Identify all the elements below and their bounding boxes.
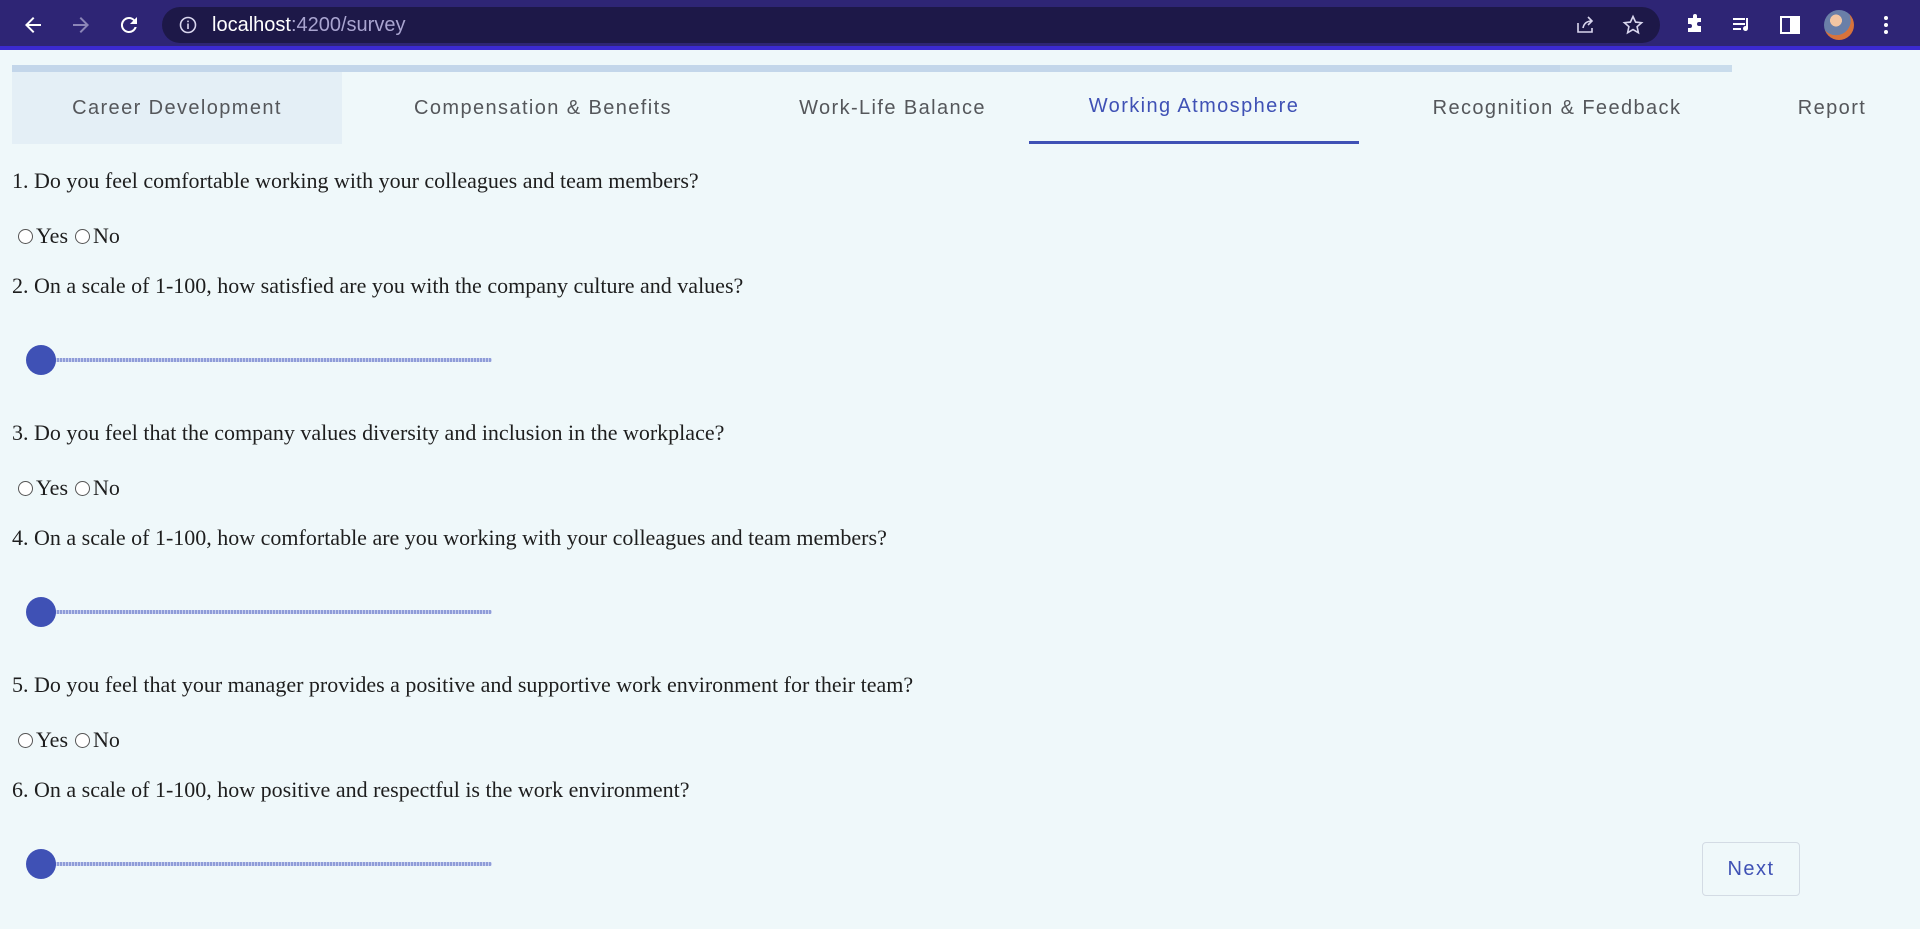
question-3-text: 3. Do you feel that the company values d… — [12, 420, 725, 445]
slider-track[interactable] — [36, 862, 492, 866]
survey-tab-bar: Career Development Compensation & Benefi… — [12, 72, 1920, 144]
question-5-no-radio[interactable] — [75, 732, 91, 748]
tab-work-life-balance[interactable]: Work-Life Balance — [744, 72, 1041, 144]
slider-track[interactable] — [36, 358, 492, 362]
share-icon[interactable] — [1574, 14, 1596, 36]
question-2-text: 2. On a scale of 1-100, how satisfied ar… — [12, 273, 744, 298]
back-button[interactable] — [17, 9, 49, 41]
tab-recognition-feedback[interactable]: Recognition & Feedback — [1359, 72, 1755, 144]
reload-button[interactable] — [113, 9, 145, 41]
url-text: localhost:4200/survey — [212, 15, 405, 35]
reading-list-icon[interactable] — [1729, 12, 1755, 38]
tab-compensation-benefits[interactable]: Compensation & Benefits — [342, 72, 744, 144]
question-3-options: Yes No — [18, 475, 127, 501]
browser-menu-icon[interactable] — [1873, 12, 1899, 38]
question-3-yes-radio[interactable] — [18, 480, 33, 496]
profile-avatar[interactable] — [1824, 10, 1854, 40]
question-6-text: 6. On a scale of 1-100, how positive and… — [12, 777, 690, 802]
reload-icon — [120, 16, 137, 33]
question-3-no-label[interactable]: No — [93, 475, 120, 501]
slider-thumb[interactable] — [26, 345, 56, 375]
survey-progress-bar — [12, 65, 1732, 72]
bookmark-star-icon[interactable] — [1622, 14, 1644, 36]
browser-toolbar: localhost:4200/survey — [0, 0, 1920, 50]
slider-thumb[interactable] — [26, 597, 56, 627]
question-5-text: 5. Do you feel that your manager provide… — [12, 672, 914, 697]
slider-thumb[interactable] — [26, 849, 56, 879]
site-info-icon[interactable] — [178, 15, 198, 35]
question-1-yes-label[interactable]: Yes — [36, 223, 68, 249]
question-5-no-label[interactable]: No — [93, 727, 120, 753]
survey-progress-fill — [12, 65, 1560, 72]
question-1-options: Yes No — [18, 223, 127, 249]
question-2-slider[interactable] — [26, 345, 492, 375]
question-5-yes-label[interactable]: Yes — [36, 727, 68, 753]
tab-report[interactable]: Report — [1755, 72, 1909, 144]
address-bar[interactable]: localhost:4200/survey — [162, 7, 1660, 43]
next-button[interactable]: Next — [1702, 842, 1800, 896]
tab-career-development[interactable]: Career Development — [12, 72, 342, 144]
question-5-yes-radio[interactable] — [18, 732, 33, 748]
back-arrow-icon — [25, 17, 41, 33]
url-path: :4200/survey — [290, 14, 406, 36]
question-1-no-label[interactable]: No — [93, 223, 120, 249]
url-host: localhost — [212, 14, 291, 36]
question-1-no-radio[interactable] — [75, 228, 91, 244]
question-4-text: 4. On a scale of 1-100, how comfortable … — [12, 525, 887, 550]
extensions-puzzle-icon[interactable] — [1682, 12, 1708, 38]
question-6-slider[interactable] — [26, 849, 492, 879]
side-panel-icon[interactable] — [1777, 12, 1803, 38]
question-1-yes-radio[interactable] — [18, 228, 33, 244]
question-3-no-radio[interactable] — [75, 480, 91, 496]
forward-arrow-icon — [73, 17, 89, 33]
question-3-yes-label[interactable]: Yes — [36, 475, 68, 501]
question-1-text: 1. Do you feel comfortable working with … — [12, 168, 699, 193]
slider-track[interactable] — [36, 610, 492, 614]
tab-working-atmosphere[interactable]: Working Atmosphere — [1029, 72, 1359, 144]
question-5-options: Yes No — [18, 727, 127, 753]
question-4-slider[interactable] — [26, 597, 492, 627]
forward-button[interactable] — [65, 9, 97, 41]
